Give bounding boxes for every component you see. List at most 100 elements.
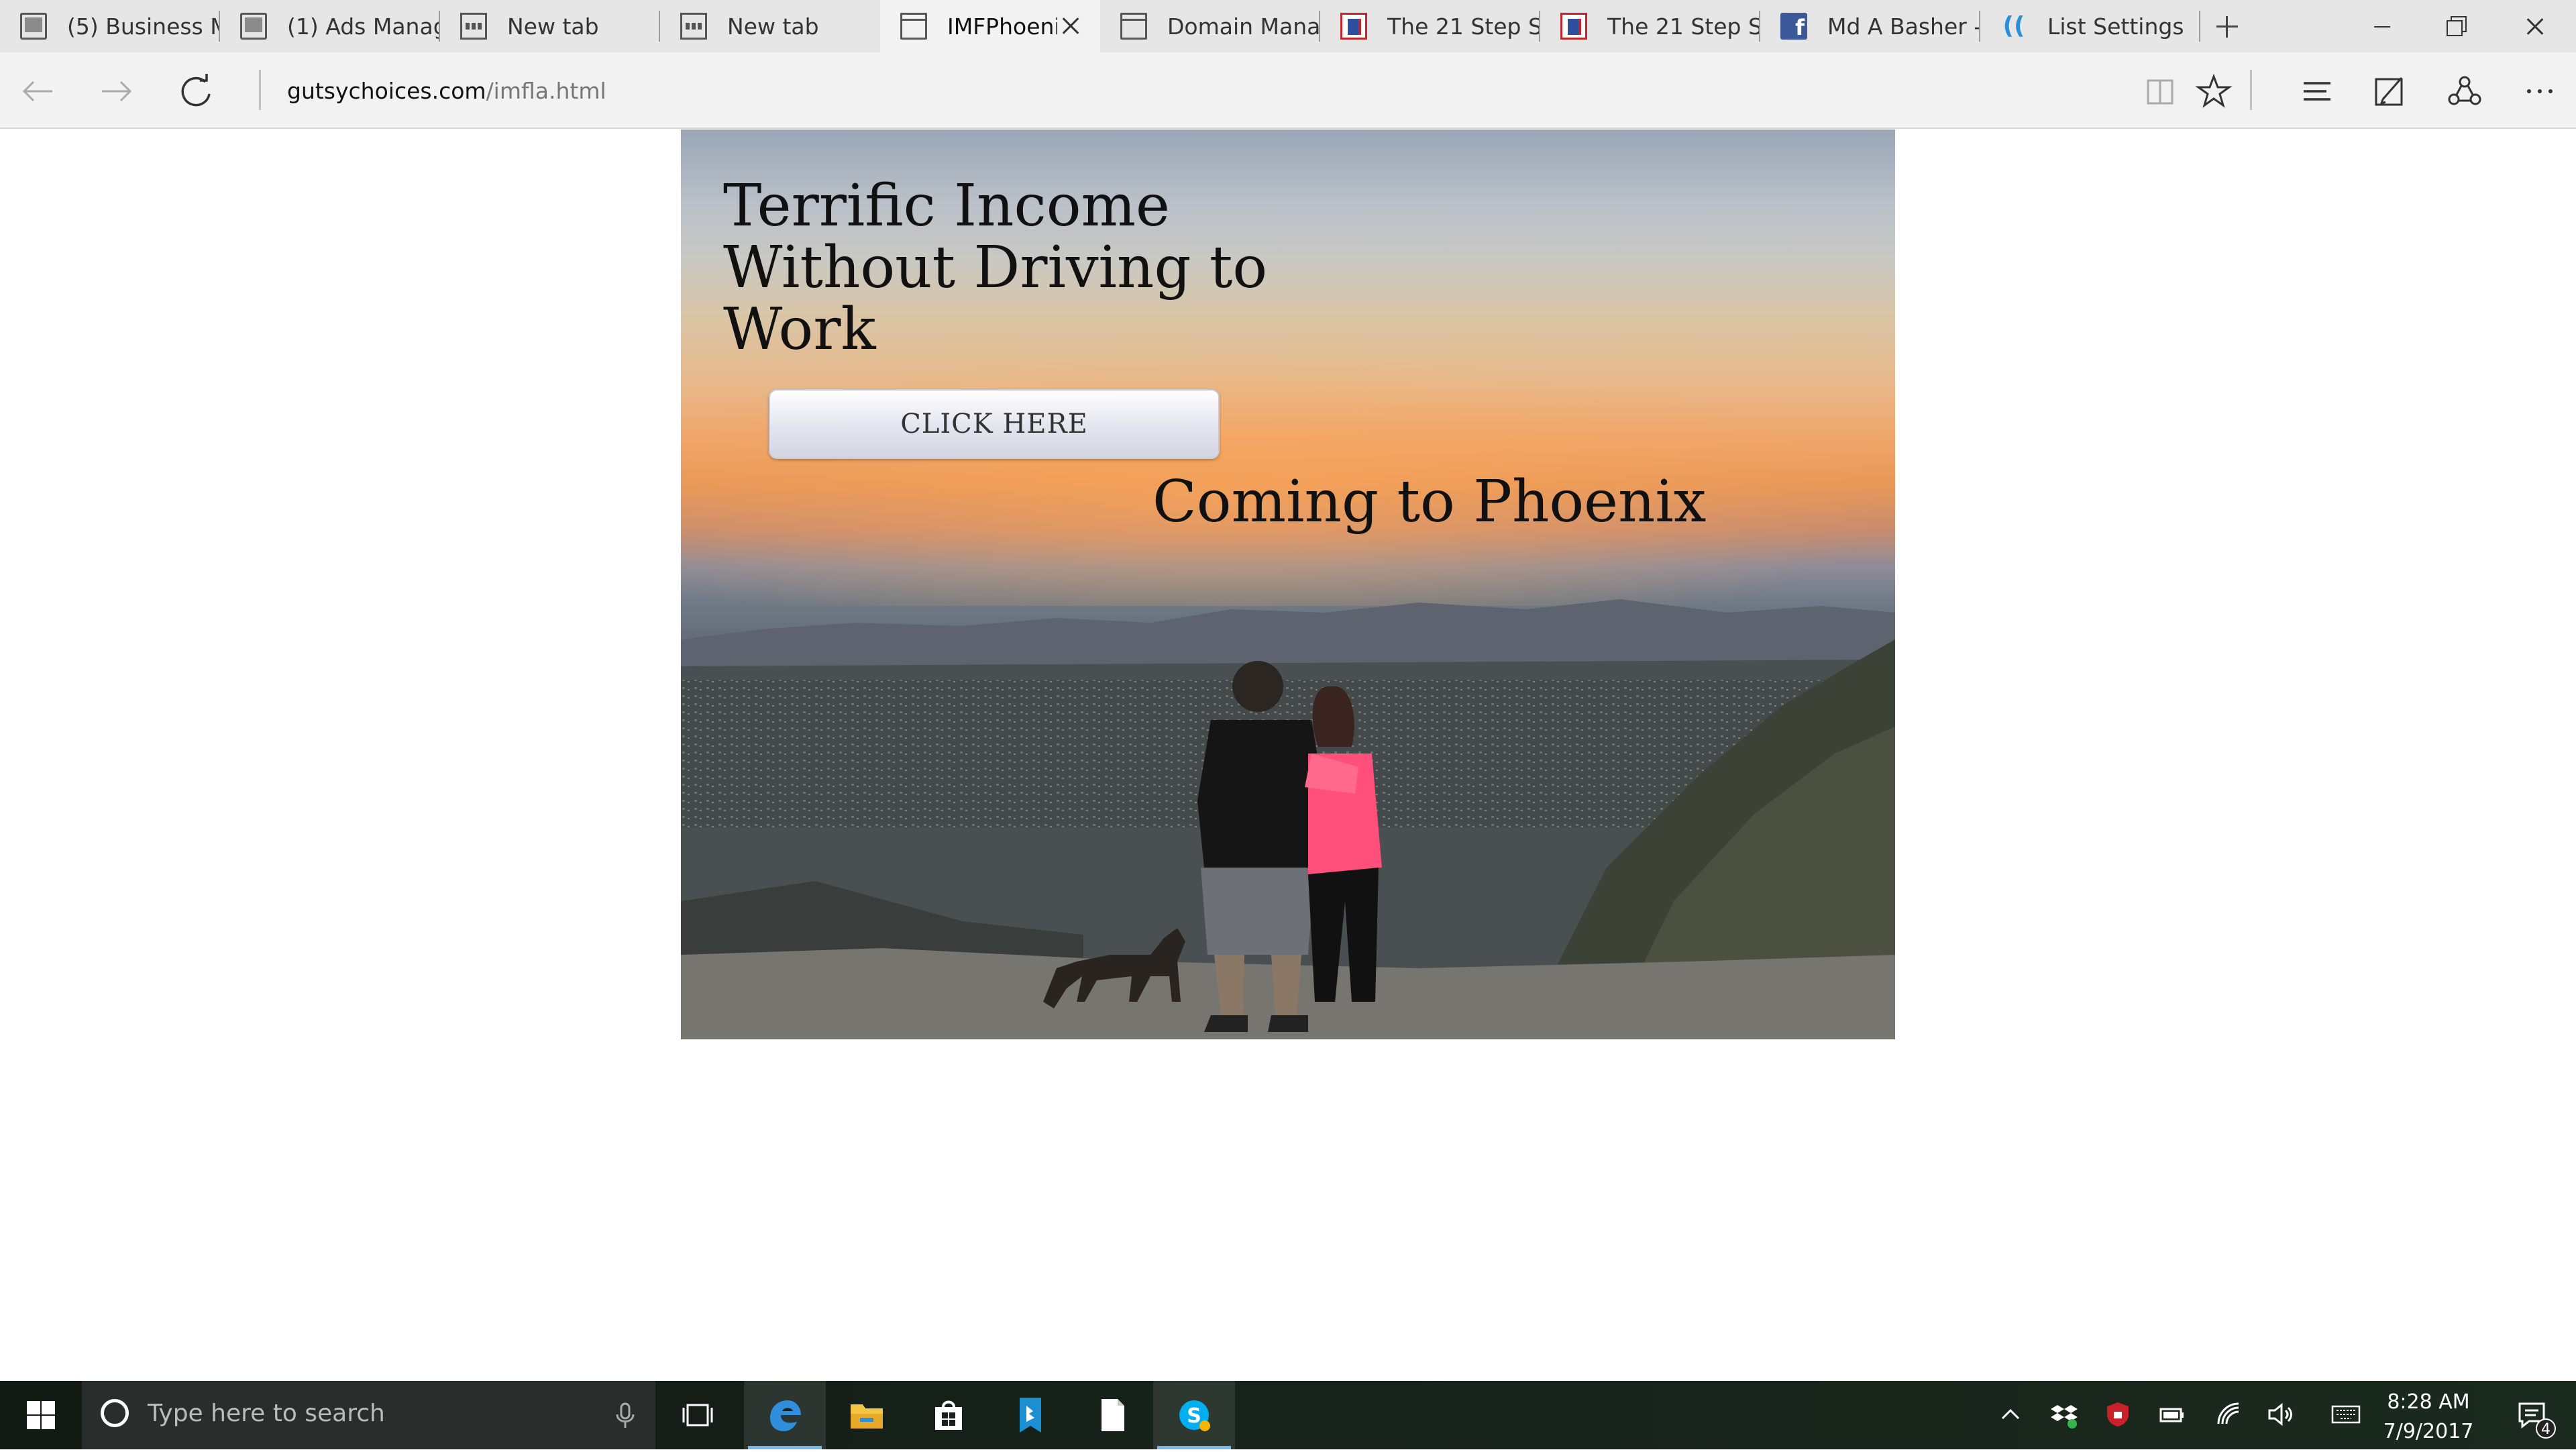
arrow-left-icon [22,81,52,102]
more-icon [2527,89,2553,93]
close-window-button[interactable] [2498,0,2573,52]
url-path: /imfla.html [486,78,606,104]
taskbar-app-file-explorer[interactable] [826,1381,908,1449]
tab-title: Md A Basher - I [1827,13,1980,40]
show-hidden-icons-button[interactable] [1986,1381,2033,1449]
share-icon [2448,76,2481,105]
tab-title: New tab [507,13,599,40]
skype-icon: S [1179,1400,1210,1431]
minimize-button[interactable] [2345,0,2420,52]
taskbar-app-bing[interactable] [989,1381,1071,1449]
page-icon [240,13,267,40]
action-center-button[interactable]: 4 [2501,1381,2561,1449]
reading-view-button[interactable] [2133,64,2187,118]
taskbar-app-document[interactable] [1071,1381,1153,1449]
task-view-button[interactable] [674,1381,721,1449]
window-icon [900,13,927,40]
windows-logo-icon [27,1401,55,1429]
grid-icon [460,13,487,40]
page-icon [20,13,47,40]
wifi-icon [2217,1402,2239,1424]
navigation-bar: gutsychoices.com/imfla.html [0,52,2576,129]
dropbox-tray-button[interactable] [2039,1381,2086,1449]
shield-icon [2107,1402,2129,1427]
tab-new-tab[interactable]: New tab [440,0,660,52]
restore-button[interactable] [2420,0,2495,52]
search-placeholder: Type here to search [148,1400,385,1427]
share-button[interactable] [2438,64,2491,118]
tab-imfphoenix[interactable]: IMFPhoenix [880,0,1100,52]
favorite-button[interactable] [2187,64,2241,118]
tab-title: (1) Ads Manage [287,13,440,40]
tab-business-manager[interactable]: (5) Business Ma [0,0,220,52]
microphone-icon[interactable] [612,1401,639,1431]
tab-facebook[interactable]: f Md A Basher - I [1760,0,1980,52]
taskbar-app-edge[interactable] [744,1381,826,1449]
cortana-icon [101,1399,129,1427]
new-tab-button[interactable] [2200,0,2253,52]
taskbar-search-box[interactable]: Type here to search [82,1381,655,1449]
security-tray-button[interactable] [2093,1381,2140,1449]
tab-domain-manager[interactable]: Domain Manag [1100,0,1320,52]
tab-title: The 21 Step Suc [1607,13,1760,40]
address-separator [259,70,261,110]
keyboard-icon [2331,1405,2361,1424]
store-icon [935,1400,962,1430]
taskbar-clock[interactable]: 8:28 AM 7/9/2017 [2368,1388,2489,1447]
click-here-button[interactable]: CLICK HERE [769,389,1220,459]
star-icon [2195,73,2233,108]
refresh-icon [181,74,211,107]
dropbox-icon [2051,1405,2078,1429]
window-icon [1120,13,1147,40]
tab-new-tab[interactable]: New tab [660,0,880,52]
tab-title: New tab [727,13,819,40]
clock-time: 8:28 AM [2387,1390,2470,1414]
windows-taskbar: Type here to search S 8:28 AM 7/9/2017 4 [0,1381,2576,1449]
task-view-icon [682,1404,713,1427]
book-icon [1560,13,1587,40]
chevron-up-icon [2001,1408,2020,1420]
tab-title: IMFPhoenix [947,13,1057,40]
tab-ads-manager[interactable]: (1) Ads Manage [220,0,440,52]
close-tab-icon[interactable] [1057,13,1084,40]
book-open-icon [2147,79,2174,105]
hero-headline: Terrific Income Without Driving to Work [723,172,1268,363]
book-icon [1340,13,1367,40]
toolbar-separator [2250,70,2252,110]
taskbar-app-store[interactable] [908,1381,989,1449]
hero-subheadline: Coming to Phoenix [1152,468,1707,535]
hub-icon [2304,82,2330,101]
tab-strip: (5) Business Ma (1) Ads Manage New tab N… [0,0,2576,52]
forward-button[interactable] [90,64,144,118]
battery-tray-button[interactable] [2147,1381,2194,1449]
clock-date: 7/9/2017 [2383,1420,2474,1443]
tab-title: List Settings [2047,13,2184,40]
edge-icon [770,1400,801,1431]
active-indicator [748,1446,822,1449]
start-button[interactable] [0,1381,82,1449]
grid-icon [680,13,707,40]
taskbar-app-skype[interactable]: S [1153,1381,1235,1449]
more-button[interactable] [2513,64,2567,118]
address-bar[interactable]: gutsychoices.com/imfla.html [287,72,606,110]
pen-icon [2375,77,2403,106]
volume-tray-button[interactable] [2255,1381,2302,1449]
hub-button[interactable] [2290,64,2344,118]
aweber-icon: (( [2002,12,2025,40]
arrow-right-icon [102,81,132,102]
notification-count-badge: 4 [2536,1418,2556,1439]
touch-keyboard-button[interactable] [2314,1381,2368,1449]
tab-title: Domain Manag [1167,13,1320,40]
document-icon [1102,1399,1124,1431]
battery-icon [2159,1408,2184,1422]
tab-21-step[interactable]: The 21 Step Suc [1540,0,1760,52]
speaker-icon [2268,1402,2292,1427]
wifi-tray-button[interactable] [2204,1381,2251,1449]
tab-21-step[interactable]: The 21 Step Suc [1320,0,1540,52]
tab-list-settings[interactable]: (( List Settings [1980,0,2200,52]
hero-banner: Terrific Income Without Driving to Work … [681,129,1895,1039]
web-note-button[interactable] [2363,64,2416,118]
back-button[interactable] [11,64,64,118]
tab-title: (5) Business Ma [67,13,220,40]
refresh-button[interactable] [170,64,224,118]
